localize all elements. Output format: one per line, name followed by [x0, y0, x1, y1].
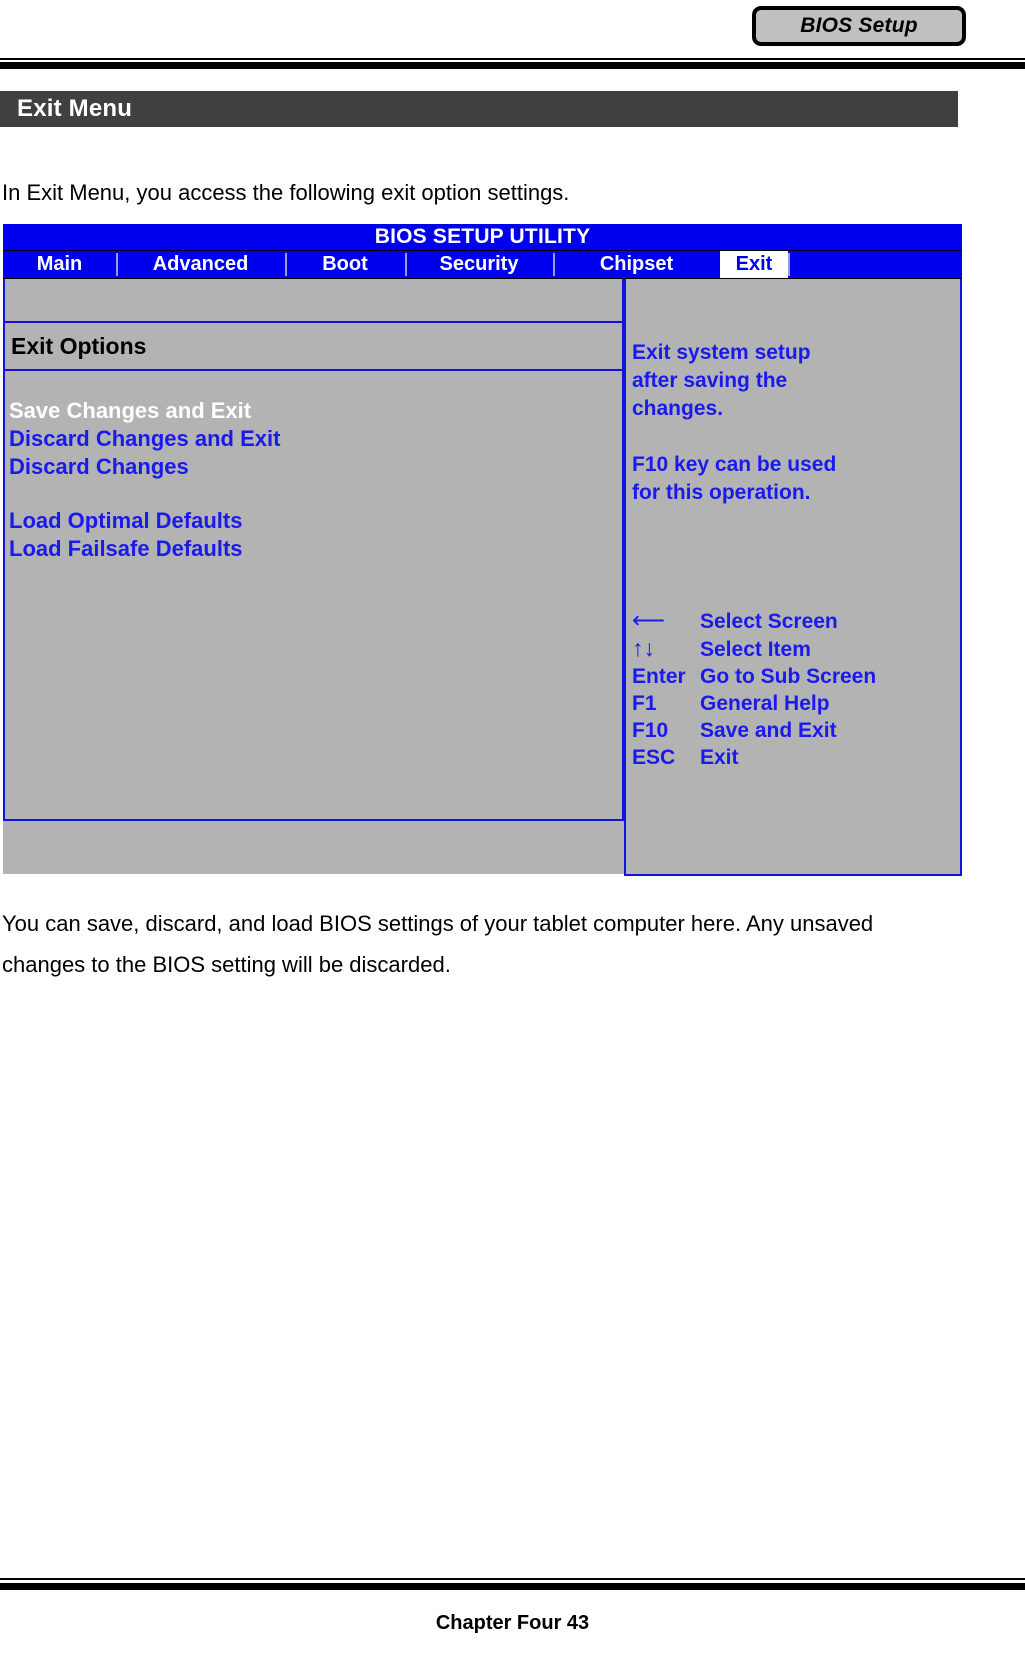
key-legend-row-esc: ESC Exit: [632, 744, 960, 771]
key-legend-key-esc: ESC: [632, 746, 676, 769]
footer-rule-thick: [0, 1583, 1025, 1590]
exit-options-group-header: Exit Options: [3, 321, 624, 371]
key-legend-label-f1: General Help: [700, 692, 830, 715]
tab-exit[interactable]: Exit: [720, 251, 788, 278]
body-paragraph-line-1: You can save, discard, and load BIOS set…: [2, 911, 874, 936]
bios-title-bar: BIOS SETUP UTILITY: [3, 224, 962, 250]
up-down-arrow-icon: ↑↓: [632, 635, 655, 661]
help-text-line-3: changes.: [632, 397, 724, 420]
option-discard-changes-and-exit[interactable]: Discard Changes and Exit: [9, 425, 622, 453]
key-legend-row-enter: Enter Go to Sub Screen: [632, 663, 960, 690]
body-paragraph: You can save, discard, and load BIOS set…: [2, 903, 962, 985]
tab-chipset[interactable]: Chipset: [553, 251, 720, 278]
help-text-line-1: Exit system setup: [632, 341, 811, 364]
page-header: BIOS Setup: [0, 0, 1025, 70]
footer-page-label: Chapter Four 43: [435, 1612, 590, 1634]
tab-main[interactable]: Main: [3, 251, 116, 278]
help-text-line-5: for this operation.: [632, 481, 811, 504]
option-discard-changes[interactable]: Discard Changes: [9, 453, 622, 481]
bios-setup-header-chip: BIOS Setup: [752, 6, 966, 46]
option-load-failsafe-defaults[interactable]: Load Failsafe Defaults: [9, 535, 622, 563]
bios-help-pane: Exit system setup after saving the chang…: [624, 279, 962, 876]
key-legend-key-f10: F10: [632, 719, 669, 742]
help-text-line-4: F10 key can be used: [632, 453, 837, 476]
footer-rule-thin: [0, 1578, 1025, 1580]
key-legend-label-f10: Save and Exit: [700, 719, 837, 742]
key-legend-key-enter: Enter: [632, 665, 686, 688]
header-rule-thin: [0, 58, 1025, 60]
bios-setup-screen: BIOS SETUP UTILITY Main Advanced Boot Se…: [3, 224, 962, 876]
key-legend-row-f1: F1 General Help: [632, 690, 960, 717]
tab-bar-filler: [788, 251, 962, 278]
option-load-optimal-defaults[interactable]: Load Optimal Defaults: [9, 507, 622, 535]
option-save-changes-and-exit[interactable]: Save Changes and Exit: [9, 397, 622, 425]
tab-advanced[interactable]: Advanced: [116, 251, 285, 278]
tab-boot[interactable]: Boot: [285, 251, 405, 278]
key-legend-row-f10: F10 Save and Exit: [632, 717, 960, 744]
bios-tab-bar: Main Advanced Boot Security Chipset Exit: [3, 250, 962, 279]
tab-security[interactable]: Security: [405, 251, 553, 278]
options-spacer: [9, 481, 622, 507]
header-rule-thick: [0, 62, 1025, 69]
key-legend-label-enter: Go to Sub Screen: [700, 665, 877, 688]
exit-options-group-label: Exit Options: [11, 332, 147, 359]
page-title: Exit Menu: [17, 95, 133, 122]
bios-subheader-left-cell: [3, 279, 624, 321]
body-paragraph-line-2: changes to the BIOS setting will be disc…: [2, 952, 451, 977]
key-legend-key-f1: F1: [632, 692, 657, 715]
exit-options-list: Save Changes and Exit Discard Changes an…: [3, 371, 624, 821]
key-legend-row-select-screen: ⟵ Select Screen: [632, 607, 960, 635]
help-text-gap: [632, 423, 960, 451]
key-legend-label-select-screen: Select Screen: [700, 610, 838, 633]
bios-setup-header-label: BIOS Setup: [800, 14, 918, 37]
key-legend-label-esc: Exit: [700, 746, 739, 769]
intro-paragraph: In Exit Menu, you access the following e…: [2, 180, 570, 205]
left-right-arrow-icon: ⟵: [632, 607, 665, 633]
bios-title-text: BIOS SETUP UTILITY: [374, 225, 591, 248]
key-legend-label-select-item: Select Item: [700, 638, 811, 661]
key-legend: ⟵ Select Screen ↑↓ Select Item Enter Go …: [632, 607, 960, 771]
help-text-line-2: after saving the: [632, 369, 788, 392]
key-legend-row-select-item: ↑↓ Select Item: [632, 635, 960, 663]
section-banner: Exit Menu: [0, 91, 958, 127]
